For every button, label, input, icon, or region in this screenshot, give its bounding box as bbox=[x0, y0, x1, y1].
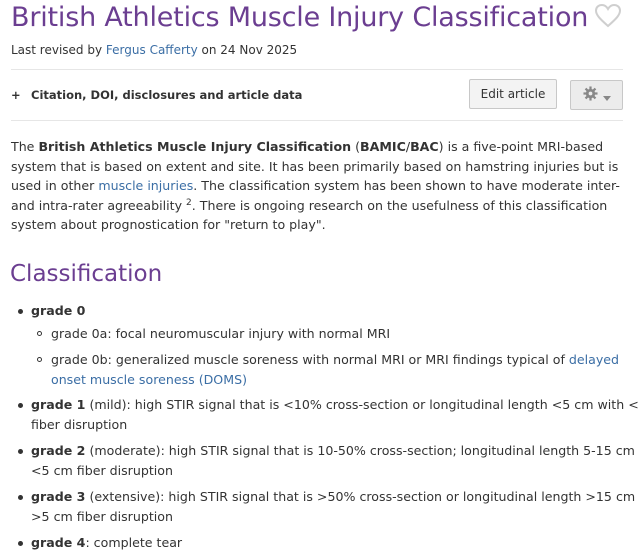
gear-icon bbox=[582, 85, 598, 105]
list-bullet bbox=[18, 403, 23, 408]
page-title: British Athletics Muscle Injury Classifi… bbox=[11, 2, 589, 33]
intro-paragraph: The British Athletics Muscle Injury Clas… bbox=[11, 139, 620, 232]
doms-link-cont[interactable]: onset muscle soreness (DOMS) bbox=[51, 372, 247, 387]
list-bullet bbox=[18, 449, 23, 454]
sub-bullet bbox=[37, 331, 42, 336]
classification-heading: Classification bbox=[10, 261, 163, 287]
abbr-bamic: BAMIC bbox=[360, 139, 406, 154]
revision-info: Last revised by Fergus Cafferty on 24 No… bbox=[11, 43, 297, 57]
divider bbox=[11, 120, 623, 121]
list-item-grade-0: grade 0 bbox=[31, 303, 86, 318]
abbr-bac: BAC bbox=[410, 139, 439, 154]
list-bullet bbox=[18, 541, 23, 546]
list-item-grade-1: grade 1 (mild): high STIR signal that is… bbox=[31, 397, 639, 432]
list-item-grade-4: grade 4: complete tear bbox=[31, 535, 183, 550]
sub-bullet bbox=[37, 357, 42, 362]
list-item-grade-2: grade 2 (moderate): high STIR signal tha… bbox=[31, 443, 639, 478]
edit-article-button[interactable]: Edit article bbox=[469, 79, 557, 109]
list-bullet bbox=[18, 309, 23, 314]
citation-toggle[interactable]: + Citation, DOI, disclosures and article … bbox=[11, 88, 302, 102]
settings-dropdown-button[interactable] bbox=[570, 80, 623, 110]
list-bullet bbox=[18, 495, 23, 500]
revised-on: on bbox=[201, 43, 217, 57]
revised-date: 24 Nov 2025 bbox=[220, 43, 298, 57]
expand-plus-icon: + bbox=[11, 88, 21, 102]
doms-link[interactable]: delayed bbox=[569, 352, 619, 367]
list-item-grade-0b: grade 0b: generalized muscle soreness wi… bbox=[51, 352, 620, 387]
heart-icon[interactable] bbox=[594, 3, 622, 28]
caret-down-icon bbox=[602, 86, 611, 105]
citation-label: Citation, DOI, disclosures and article d… bbox=[31, 88, 303, 102]
divider bbox=[11, 69, 623, 70]
list-item-grade-0a: grade 0a: focal neuromuscular injury wit… bbox=[51, 326, 391, 341]
author-link[interactable]: Fergus Cafferty bbox=[106, 43, 198, 57]
list-item-grade-3: grade 3 (extensive): high STIR signal th… bbox=[31, 489, 639, 524]
classification-name: British Athletics Muscle Injury Classifi… bbox=[38, 139, 352, 154]
muscle-injuries-link[interactable]: muscle injuries bbox=[98, 178, 193, 193]
revised-prefix: Last revised by bbox=[11, 43, 103, 57]
